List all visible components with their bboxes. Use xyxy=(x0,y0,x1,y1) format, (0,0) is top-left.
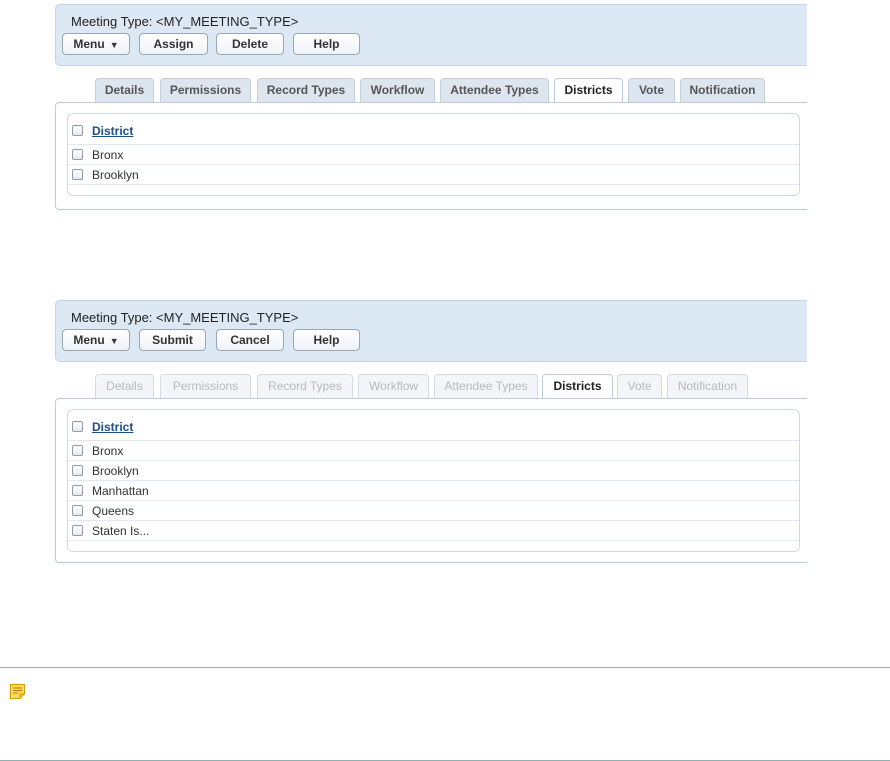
tab-districts[interactable]: Districts xyxy=(554,78,623,104)
note-icon xyxy=(10,684,25,699)
help-button[interactable]: Help xyxy=(293,33,360,55)
table-row: Brooklyn xyxy=(68,461,799,481)
tab-vote: Vote xyxy=(617,374,662,398)
note-box xyxy=(0,667,890,761)
page-title: Meeting Type: <MY_MEETING_TYPE> xyxy=(71,310,299,325)
district-name: Bronx xyxy=(92,444,124,458)
table-row: Brooklyn xyxy=(68,165,799,185)
table-row: Bronx xyxy=(68,441,799,461)
tab-districts[interactable]: Districts xyxy=(542,374,613,400)
tab-workflow: Workflow xyxy=(358,374,429,398)
table-header-row: District xyxy=(68,414,799,441)
tab-record-types[interactable]: Record Types xyxy=(257,78,355,102)
table-row: Staten Is... xyxy=(68,521,799,541)
table-row: Manhattan xyxy=(68,481,799,501)
row-checkbox[interactable] xyxy=(72,149,83,160)
row-checkbox[interactable] xyxy=(72,525,83,536)
district-name: Brooklyn xyxy=(92,168,139,182)
district-column-header[interactable]: District xyxy=(92,420,133,434)
menu-button[interactable]: Menu ▼ xyxy=(62,329,130,351)
row-checkbox[interactable] xyxy=(72,169,83,180)
menu-dropdown-icon: ▼ xyxy=(109,336,119,346)
tab-notification: Notification xyxy=(667,374,748,398)
tab-permissions: Permissions xyxy=(160,374,251,398)
tab-content: District Bronx Brooklyn xyxy=(55,102,807,210)
help-button[interactable]: Help xyxy=(293,329,360,351)
district-name: Staten Is... xyxy=(92,524,150,538)
table-row: Queens xyxy=(68,501,799,521)
tab-attendee-types: Attendee Types xyxy=(434,374,538,398)
row-checkbox[interactable] xyxy=(72,505,83,516)
district-name: Brooklyn xyxy=(92,464,139,478)
menu-button-label: Menu xyxy=(73,333,105,347)
tab-details: Details xyxy=(95,374,154,398)
district-name: Manhattan xyxy=(92,484,149,498)
table-header-row: District xyxy=(68,118,799,145)
tab-vote[interactable]: Vote xyxy=(628,78,675,102)
tab-record-types: Record Types xyxy=(257,374,353,398)
assign-button[interactable]: Assign xyxy=(139,33,208,55)
districts-table: District Bronx Brooklyn Manhattan Queens… xyxy=(67,409,800,552)
cancel-button[interactable]: Cancel xyxy=(216,329,284,351)
page-title: Meeting Type: <MY_MEETING_TYPE> xyxy=(71,14,299,29)
table-row: Bronx xyxy=(68,145,799,165)
tab-content: District Bronx Brooklyn Manhattan Queens… xyxy=(55,398,807,563)
panel-header: Meeting Type: <MY_MEETING_TYPE> Menu ▼ As… xyxy=(55,4,807,66)
menu-button[interactable]: Menu ▼ xyxy=(62,33,130,55)
row-checkbox[interactable] xyxy=(72,465,83,476)
district-column-header[interactable]: District xyxy=(92,124,133,138)
tab-workflow[interactable]: Workflow xyxy=(360,78,435,102)
submit-button[interactable]: Submit xyxy=(139,329,206,351)
delete-button[interactable]: Delete xyxy=(216,33,284,55)
districts-table: District Bronx Brooklyn xyxy=(67,113,800,196)
panel-header: Meeting Type: <MY_MEETING_TYPE> Menu ▼ Su… xyxy=(55,300,807,362)
menu-button-label: Menu xyxy=(73,37,105,51)
row-checkbox[interactable] xyxy=(72,485,83,496)
select-all-checkbox[interactable] xyxy=(72,125,83,136)
district-name: Bronx xyxy=(92,148,124,162)
tab-attendee-types[interactable]: Attendee Types xyxy=(440,78,549,102)
tab-notification[interactable]: Notification xyxy=(680,78,765,102)
tab-details[interactable]: Details xyxy=(95,78,154,102)
district-name: Queens xyxy=(92,504,135,518)
select-all-checkbox[interactable] xyxy=(72,421,83,432)
row-checkbox[interactable] xyxy=(72,445,83,456)
menu-dropdown-icon: ▼ xyxy=(109,40,119,50)
tab-permissions[interactable]: Permissions xyxy=(160,78,251,102)
